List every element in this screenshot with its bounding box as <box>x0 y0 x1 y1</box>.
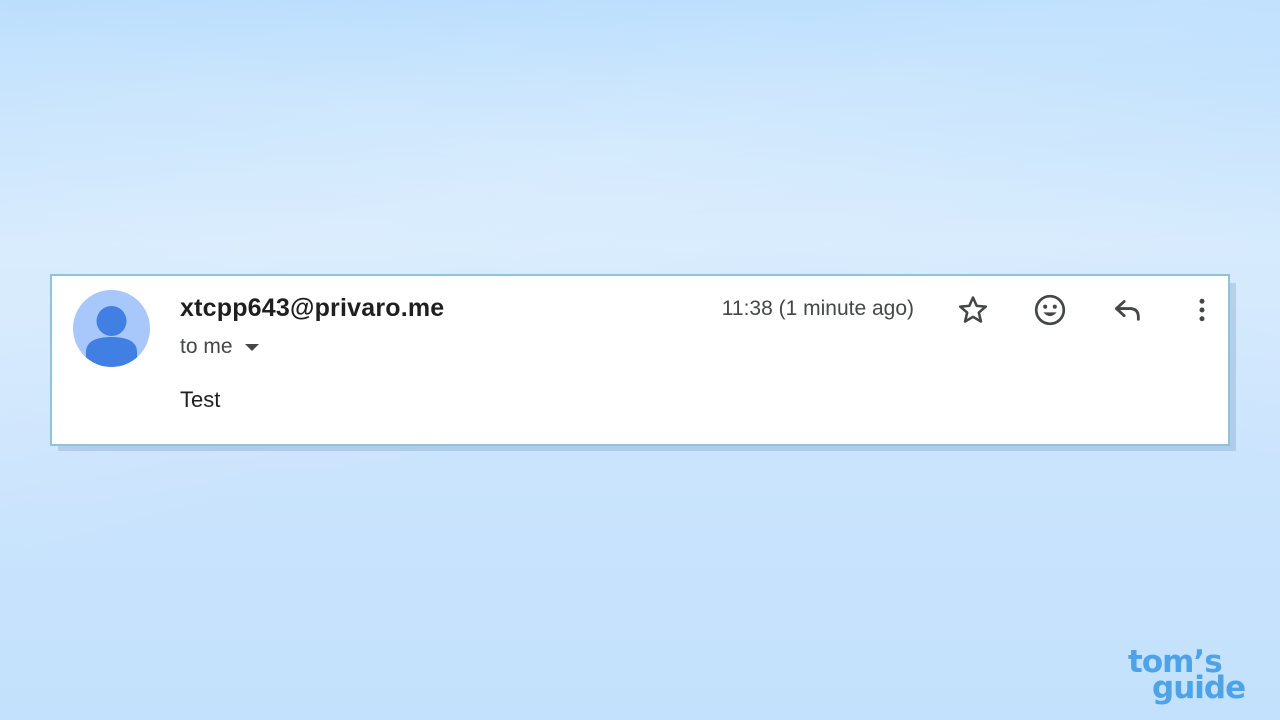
toms-guide-logo: tom’s guide <box>1120 640 1260 710</box>
sender-email-address[interactable]: xtcpp643@privaro.me <box>180 294 444 323</box>
sender-avatar[interactable] <box>73 290 150 367</box>
star-outline-icon <box>958 296 988 323</box>
reply-button[interactable] <box>1105 288 1149 332</box>
default-person-avatar-icon <box>86 306 137 367</box>
email-message-card: xtcpp643@privaro.me to me 11:38 (1 minut… <box>50 274 1230 446</box>
star-button[interactable] <box>951 288 995 332</box>
recipient-label: to me <box>180 335 233 358</box>
svg-text:guide: guide <box>1152 670 1245 706</box>
recipients-details-toggle[interactable]: to me <box>180 335 259 359</box>
add-reaction-button[interactable] <box>1028 288 1072 332</box>
message-body: Test <box>180 387 221 412</box>
message-timestamp: 11:38 (1 minute ago) <box>721 297 914 320</box>
toms-guide-logo-graphic: tom’s guide <box>1128 644 1246 706</box>
emoji-smile-icon <box>1034 294 1066 326</box>
caret-down-icon[interactable] <box>244 343 259 351</box>
more-options-button[interactable] <box>1180 288 1224 332</box>
reply-arrow-icon <box>1114 300 1140 321</box>
more-vertical-icon <box>1199 298 1205 322</box>
